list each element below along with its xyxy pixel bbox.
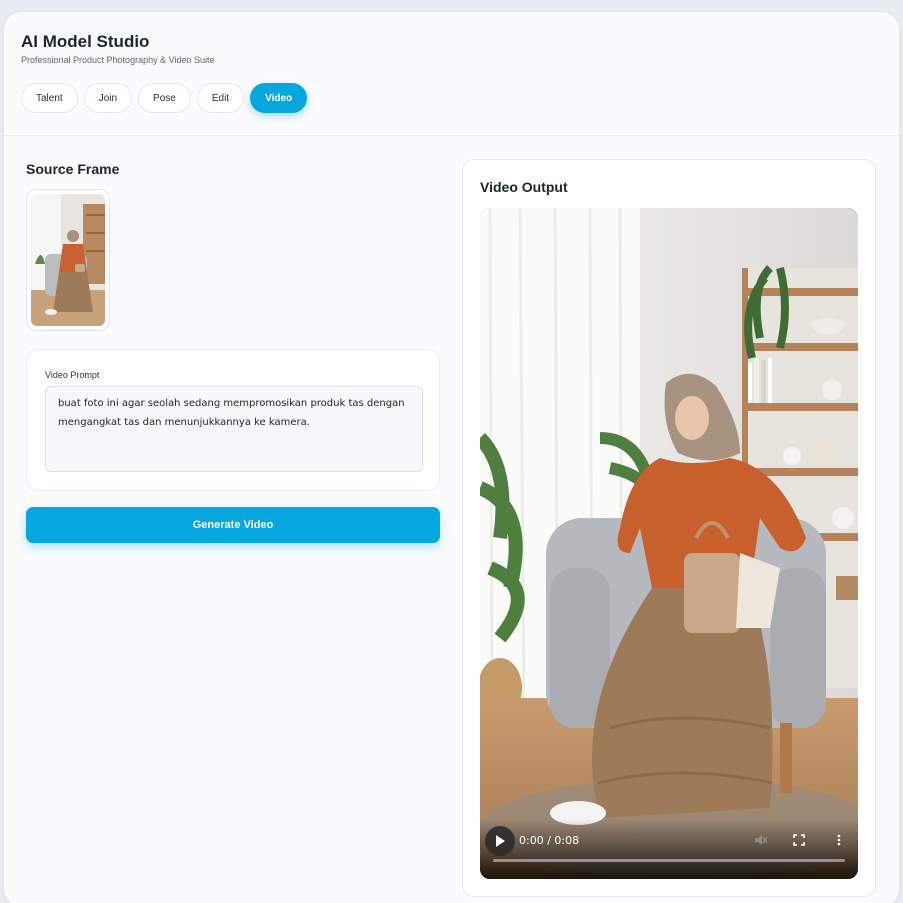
video-prompt-label: Video Prompt <box>45 370 100 380</box>
source-image-thumbnail <box>31 194 105 326</box>
video-frame-image <box>480 208 858 879</box>
header: AI Model Studio Professional Product Pho… <box>4 12 899 136</box>
fullscreen-button[interactable] <box>791 832 807 848</box>
play-icon <box>496 835 505 847</box>
more-options-button[interactable] <box>831 832 847 848</box>
app-title: AI Model Studio <box>21 32 150 51</box>
video-output-card: Video Output 0:00 / 0:08 <box>462 159 876 897</box>
generate-video-button[interactable]: Generate Video <box>26 507 440 543</box>
video-player[interactable]: 0:00 / 0:08 <box>480 208 858 879</box>
fullscreen-icon <box>793 834 805 846</box>
tab-video[interactable]: Video <box>250 83 308 113</box>
app-subtitle: Professional Product Photography & Video… <box>21 55 215 65</box>
tab-join[interactable]: Join <box>83 83 133 113</box>
video-controls: 0:00 / 0:08 <box>480 819 858 879</box>
play-button[interactable] <box>485 826 515 856</box>
tab-pose[interactable]: Pose <box>138 83 191 113</box>
video-time: 0:00 / 0:08 <box>519 834 580 847</box>
video-output-title: Video Output <box>480 179 568 195</box>
tab-edit[interactable]: Edit <box>196 83 245 113</box>
mute-icon <box>755 835 768 845</box>
video-prompt-input[interactable]: buat foto ini agar seolah sedang memprom… <box>45 386 423 472</box>
tab-talent[interactable]: Talent <box>21 83 78 113</box>
video-prompt-card: Video Prompt buat foto ini agar seolah s… <box>26 349 440 491</box>
app-window: AI Model Studio Professional Product Pho… <box>4 12 899 903</box>
more-options-icon <box>837 834 841 846</box>
source-frame-title: Source Frame <box>26 161 120 177</box>
source-frame-thumbnail[interactable] <box>26 189 110 331</box>
tab-bar: Talent Join Pose Edit Video <box>21 83 308 113</box>
video-progress-bar[interactable] <box>493 859 845 862</box>
mute-button[interactable] <box>753 832 769 848</box>
